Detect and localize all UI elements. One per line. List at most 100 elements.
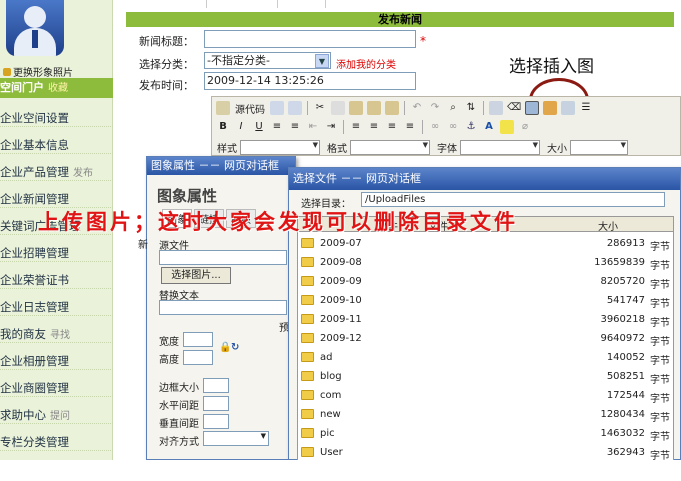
list-item[interactable]: 2009-10 541747 字节 — [298, 292, 673, 310]
align-center-icon[interactable]: ≡ — [367, 120, 381, 134]
nav-item[interactable]: 企业新闻管理 — [0, 181, 113, 208]
width-input[interactable] — [183, 332, 213, 347]
list-item[interactable]: blog 508251 字节 — [298, 368, 673, 386]
nav-sub[interactable]: 提问 — [50, 411, 70, 422]
preview-icon[interactable] — [288, 101, 302, 115]
nav-item[interactable]: 企业招聘管理 — [0, 235, 113, 262]
indent-icon[interactable]: ⇥ — [324, 120, 338, 134]
undo-icon[interactable]: ↶ — [410, 101, 424, 115]
ordered-list-icon[interactable]: ≡ — [270, 120, 284, 134]
anchor-icon[interactable]: ⚓ — [464, 120, 478, 134]
align-left-icon[interactable]: ≡ — [349, 120, 363, 134]
list-item[interactable]: com 172544 字节 — [298, 387, 673, 405]
item-name: 2009-11 — [320, 314, 362, 325]
file-dialog-title[interactable]: 选择文件 －－ 网页对话框 — [289, 168, 680, 190]
text-color-icon[interactable]: A — [482, 120, 496, 134]
table-icon[interactable] — [489, 101, 503, 115]
redo-icon[interactable]: ↷ — [428, 101, 442, 115]
list-item[interactable]: 2009-11 3960218 字节 — [298, 311, 673, 329]
font-select[interactable] — [460, 139, 540, 155]
change-photo-link[interactable]: 更换形象照片 — [3, 64, 73, 79]
time-input[interactable]: 2009-12-14 13:25:26 — [204, 72, 416, 90]
chevron-down-icon[interactable]: ▼ — [261, 432, 266, 440]
list-item[interactable]: 2009-07 286913 字节 — [298, 235, 673, 253]
item-size: 9640972 — [600, 333, 645, 344]
hspace-input[interactable] — [203, 396, 229, 411]
list-item[interactable]: 2009-09 8205720 字节 — [298, 273, 673, 291]
document-icon[interactable] — [270, 101, 284, 115]
portal-label: 空间门户 — [0, 81, 44, 94]
nav-item[interactable]: 专栏分类管理 — [0, 424, 113, 451]
image-dialog-title[interactable]: 图象属性 －－ 网页对话框 — [147, 157, 295, 175]
list-item[interactable]: new 1280434 字节 — [298, 406, 673, 424]
align-right-icon[interactable]: ≡ — [385, 120, 399, 134]
border-input[interactable] — [203, 378, 229, 393]
item-name: com — [320, 390, 342, 401]
source-file-input[interactable] — [159, 250, 287, 265]
nav-item[interactable]: 求助中心 提问 — [0, 397, 113, 424]
chevron-down-icon[interactable]: ▼ — [315, 54, 329, 68]
alt-text-input[interactable] — [159, 300, 287, 315]
find-icon[interactable]: ⌕ — [446, 101, 460, 115]
paste-word-icon[interactable] — [385, 101, 399, 115]
lock-ratio-icon[interactable]: 🔒 — [219, 342, 231, 353]
grid-icon[interactable] — [561, 101, 575, 115]
list-item[interactable]: User 362943 字节 — [298, 444, 673, 460]
nav-item[interactable]: 企业产品管理 发布 — [0, 154, 113, 181]
align-select[interactable]: ▼ — [203, 431, 269, 446]
italic-icon[interactable]: I — [234, 120, 248, 134]
add-category-link[interactable]: 添加我的分类 — [336, 56, 396, 71]
avatar[interactable] — [6, 0, 64, 56]
eraser-icon[interactable]: ⌫ — [507, 101, 521, 115]
category-select[interactable]: -不指定分类- ▼ — [204, 52, 331, 69]
nav-item[interactable]: 我的商友 寻找 — [0, 316, 113, 343]
list-item[interactable]: ad 140052 字节 — [298, 349, 673, 367]
bullet-list-icon[interactable]: ≡ — [288, 120, 302, 134]
underline-icon[interactable]: U — [252, 120, 266, 134]
nav-sub[interactable]: 寻找 — [50, 330, 70, 341]
list-item[interactable]: 2009-12 9640972 字节 — [298, 330, 673, 348]
unlink-icon[interactable]: ∞ — [446, 120, 460, 134]
bold-icon[interactable]: B — [216, 120, 230, 134]
reset-size-icon[interactable]: ↻ — [231, 342, 239, 353]
source-button[interactable]: 源代码 — [235, 101, 265, 116]
format-select[interactable] — [350, 139, 430, 155]
nav-item[interactable]: 企业荣誉证书 — [0, 262, 113, 289]
list-item[interactable]: 2009-08 13659839 字节 — [298, 254, 673, 272]
clear-format-icon[interactable]: ⌀ — [518, 120, 532, 134]
justify-icon[interactable]: ≡ — [403, 120, 417, 134]
nav-item[interactable]: 企业空间设置 — [0, 100, 113, 127]
title-input[interactable] — [204, 30, 416, 48]
paste-icon[interactable] — [349, 101, 363, 115]
replace-icon[interactable]: ⇅ — [464, 101, 478, 115]
nav-item[interactable]: 企业基本信息 — [0, 127, 113, 154]
size-select[interactable] — [570, 139, 628, 155]
style-select[interactable] — [240, 139, 320, 155]
width-label: 宽度 — [159, 337, 179, 348]
nav-item[interactable]: 企业商圈管理 — [0, 370, 113, 397]
directory-select[interactable]: /UploadFiles — [361, 192, 665, 207]
space-portal-bar[interactable]: 空间门户 收藏 — [0, 78, 113, 98]
highlight-icon[interactable] — [500, 120, 514, 134]
col-size[interactable]: 大小 — [598, 218, 618, 233]
favorite-link[interactable]: 收藏 — [48, 83, 68, 94]
insert-image-icon[interactable] — [525, 101, 539, 115]
source-icon[interactable] — [216, 101, 230, 115]
hr-icon[interactable]: ☰ — [579, 101, 593, 115]
choose-image-button[interactable]: 选择图片... — [161, 267, 231, 284]
cut-icon[interactable]: ✂ — [313, 101, 327, 115]
nav-sub[interactable]: 发布 — [73, 168, 93, 179]
link-icon[interactable]: ∞ — [428, 120, 442, 134]
height-input[interactable] — [183, 350, 213, 365]
vspace-label: 垂直间距 — [159, 419, 199, 430]
vspace-input[interactable] — [203, 414, 229, 429]
flash-icon[interactable] — [543, 101, 557, 115]
nav-item[interactable]: 企业日志管理 — [0, 289, 113, 316]
nav-item[interactable]: 企业相册管理 — [0, 343, 113, 370]
folder-icon — [301, 295, 314, 305]
list-item[interactable]: pic 1463032 字节 — [298, 425, 673, 443]
copy-icon[interactable] — [331, 101, 345, 115]
outdent-icon[interactable]: ⇤ — [306, 120, 320, 134]
item-unit: 字节 — [650, 413, 670, 424]
paste-text-icon[interactable] — [367, 101, 381, 115]
